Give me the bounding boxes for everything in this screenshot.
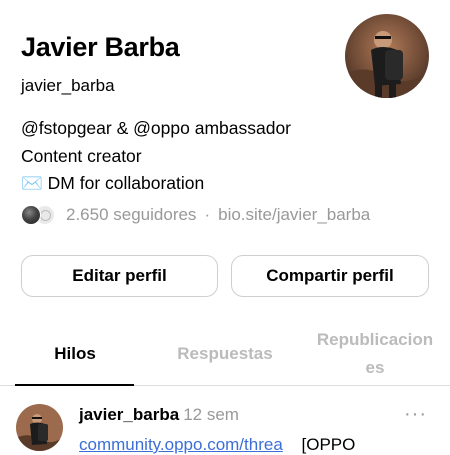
bio-ampersand: & [111, 118, 134, 138]
tab-reposts-label: Republicaciones [316, 329, 434, 377]
profile-bio: @fstopgear & @oppo ambassador Content cr… [21, 115, 291, 198]
edit-profile-button[interactable]: Editar perfil [21, 255, 218, 297]
follower-avatars[interactable] [21, 203, 61, 227]
profile-tabs: Hilos Respuestas Republicaciones [0, 322, 450, 386]
profile-meta-row: 2.650 seguidores · bio.site/javier_barba [21, 203, 370, 227]
meta-separator: · [204, 205, 211, 224]
profile-handle[interactable]: javier_barba [21, 76, 115, 96]
post-timestamp: 12 sem [183, 405, 239, 424]
profile-link[interactable]: bio.site/javier_barba [218, 205, 370, 225]
post-author-avatar[interactable] [16, 404, 63, 451]
more-options-icon[interactable]: ··· [404, 403, 427, 426]
profile-avatar[interactable] [345, 14, 429, 98]
post-author-name[interactable]: javier_barba [79, 405, 179, 424]
follower-avatar [21, 205, 41, 225]
bio-line-content-creator: Content creator [21, 145, 142, 166]
bio-line-ambassador: @fstopgear & @oppo ambassador [21, 115, 291, 143]
mention-oppo[interactable]: @oppo [133, 118, 190, 138]
bio-line-dm: ✉️ DM for collaboration [21, 170, 291, 198]
post-header: javier_barba 12 sem [79, 405, 239, 425]
post-body: community.oppo.com/threa [OPPO [79, 435, 355, 455]
post-link[interactable]: community.oppo.com/threa [79, 435, 283, 454]
bio-dm-text: DM for collaboration [42, 173, 205, 193]
avatar-photo [345, 14, 429, 98]
envelope-icon: ✉️ [21, 173, 43, 193]
bio-ambassador-text: ambassador [189, 118, 292, 138]
tab-replies[interactable]: Respuestas [150, 322, 300, 385]
tab-reposts[interactable]: Republicaciones [300, 322, 450, 385]
followers-count[interactable]: 2.650 seguidores [66, 205, 196, 225]
avatar-photo [16, 404, 63, 451]
post-text: [OPPO [301, 435, 356, 454]
profile-name: Javier Barba [21, 32, 180, 62]
tab-threads[interactable]: Hilos [0, 322, 150, 386]
share-profile-button[interactable]: Compartir perfil [231, 255, 429, 297]
mention-fstopgear[interactable]: @fstopgear [21, 118, 112, 138]
